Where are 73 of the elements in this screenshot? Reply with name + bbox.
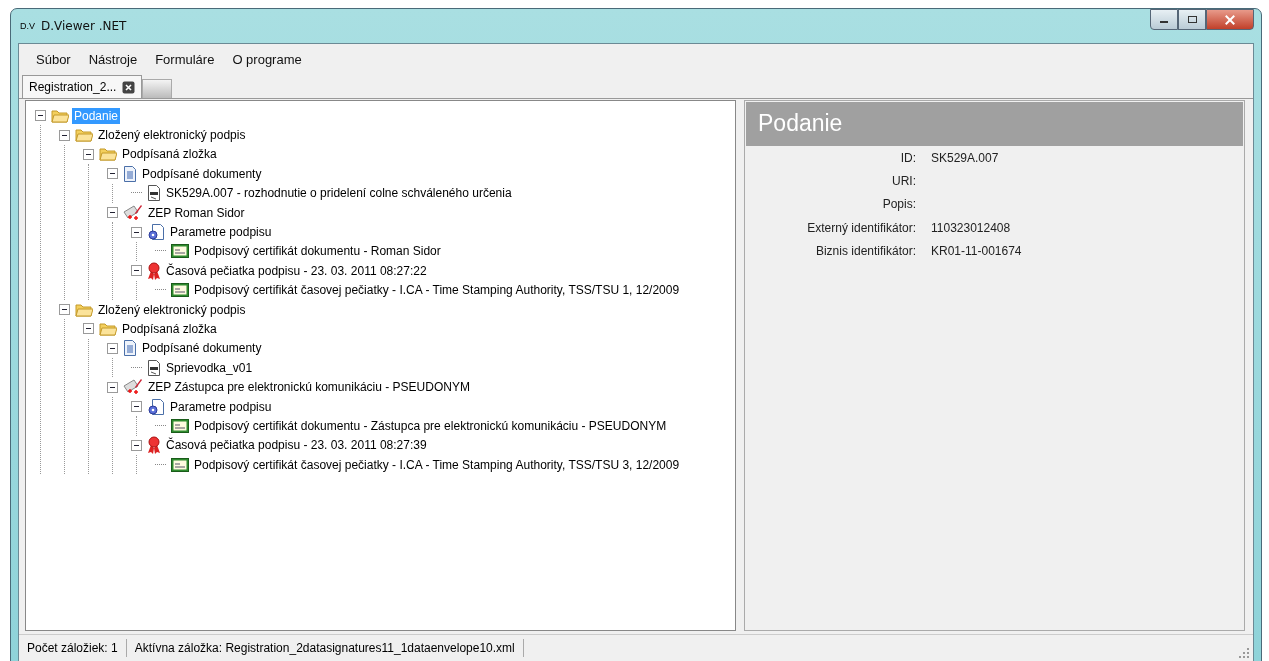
field-label: URI:: [891, 173, 916, 191]
certificate-icon: [171, 283, 189, 298]
folder-icon: [75, 128, 93, 143]
collapse-toggle[interactable]: [131, 439, 142, 451]
folder-icon: [99, 322, 117, 336]
field-label: Biznis identifikátor:: [814, 242, 916, 260]
signature-icon: [123, 378, 143, 397]
tree-item[interactable]: ZEP Zástupca pre elektronickú komunikáciu - PSEUDONYM: [146, 379, 472, 396]
collapse-toggle[interactable]: [131, 265, 142, 277]
tree-item[interactable]: Podpísané dokumenty: [140, 165, 264, 182]
status-text: Aktívna záložka: Registration_2datasignatures11_1dataenvelope10.xml: [126, 639, 524, 657]
document-icon: [123, 340, 137, 357]
collapse-toggle[interactable]: [83, 148, 94, 160]
file-icon: [147, 359, 161, 376]
tree-item[interactable]: Podpisový certifikát dokumentu - Roman Sidor: [192, 243, 443, 260]
maximize-button[interactable]: [1178, 9, 1206, 30]
seal-icon: [147, 436, 161, 455]
close-icon[interactable]: [122, 80, 136, 94]
certificate-icon: [171, 244, 189, 259]
tree-item[interactable]: Parametre podpisu: [168, 224, 274, 241]
field-value: KR01-11-001674: [931, 242, 1023, 260]
tree-item[interactable]: Parametre podpisu: [168, 398, 274, 415]
window-title: D.Viewer .NET: [41, 19, 127, 33]
gear-document-icon: [147, 398, 165, 415]
signature-icon: [123, 203, 143, 222]
tree-item[interactable]: Zložený elektronický podpis: [96, 127, 248, 144]
close-button[interactable]: [1206, 9, 1254, 30]
field-value: 110323012408: [931, 219, 1012, 237]
collapse-toggle[interactable]: [59, 304, 70, 316]
tree-item[interactable]: SK529A.007 - rozhodnutie o pridelení colne schváleného určenia: [164, 185, 514, 202]
document-tab[interactable]: Registration_2...: [22, 75, 143, 98]
certificate-icon: [171, 457, 189, 472]
field-value: SK529A.007: [931, 150, 1000, 167]
minimize-button[interactable]: [1150, 9, 1178, 30]
document-icon: [123, 165, 137, 182]
app-icon: D.V: [20, 21, 35, 31]
details-title: Podanie: [746, 102, 1243, 146]
resize-grip-icon[interactable]: [1239, 648, 1249, 658]
menu-item[interactable]: O programe: [225, 49, 309, 69]
collapse-toggle[interactable]: [59, 129, 70, 141]
tree-item[interactable]: Podpisový certifikát časovej pečiatky - I.CA - Time Stamping Authority, TSS/TSU 3, 12/2009: [192, 456, 682, 473]
tree-item[interactable]: Časová pečiatka podpisu - 23. 03. 2011 08:27:39: [164, 437, 429, 454]
folder-icon: [75, 302, 93, 317]
tree-item[interactable]: Sprievodka_v01: [164, 359, 255, 376]
tree-item[interactable]: ZEP Roman Sidor: [146, 204, 247, 221]
collapse-toggle[interactable]: [107, 207, 118, 219]
collapse-toggle[interactable]: [131, 401, 142, 413]
field-label: Externý identifikátor:: [806, 219, 916, 237]
status-text: Počet záložiek: 1: [19, 639, 127, 657]
menu-item[interactable]: Súbor: [29, 49, 78, 69]
field-label: ID:: [899, 150, 916, 167]
gear-document-icon: [147, 224, 165, 241]
seal-icon: [147, 261, 161, 280]
collapse-toggle[interactable]: [107, 342, 118, 354]
folder-icon: [51, 108, 69, 123]
menu-item[interactable]: Nástroje: [81, 49, 145, 69]
tree-item[interactable]: Podpisový certifikát dokumentu - Zástupca pre elektronickú komunikáciu - PSEUDONYM: [192, 417, 669, 434]
tree-item[interactable]: Zložený elektronický podpis: [96, 301, 248, 318]
folder-icon: [99, 147, 117, 162]
tree-item[interactable]: Podpísaná zložka: [120, 146, 219, 163]
collapse-toggle[interactable]: [83, 323, 94, 335]
collapse-toggle[interactable]: [107, 168, 118, 180]
file-icon: [147, 185, 161, 202]
tree-item[interactable]: Podpísané dokumenty: [140, 340, 264, 357]
collapse-toggle[interactable]: [107, 381, 118, 393]
menu-item[interactable]: Formuláre: [148, 49, 222, 69]
collapse-toggle[interactable]: [131, 226, 142, 238]
tree-item[interactable]: Podpísaná zložka: [120, 321, 219, 337]
field-label: Popis:: [881, 196, 916, 214]
certificate-icon: [171, 418, 189, 433]
tree-item[interactable]: Časová pečiatka podpisu - 23. 03. 2011 08:27:22: [164, 262, 429, 279]
collapse-toggle[interactable]: [35, 110, 46, 122]
tree-item[interactable]: Podpisový certifikát časovej pečiatky - I.CA - Time Stamping Authority, TSS/TSU 1, 12/2009: [192, 282, 682, 299]
